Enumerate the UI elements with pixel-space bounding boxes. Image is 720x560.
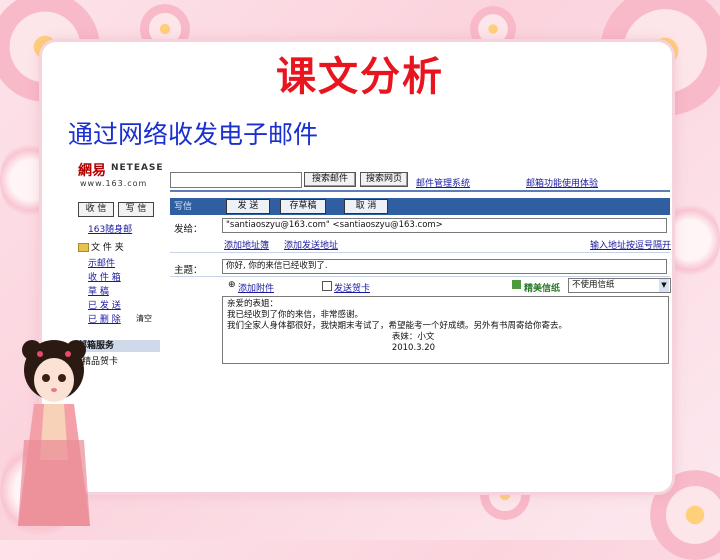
tab-write[interactable]: 写信 <box>174 199 192 212</box>
body-line: 表妹：小文 <box>227 332 435 342</box>
receive-mail-button[interactable]: 收 信 <box>78 202 114 217</box>
add-addressbook-link[interactable]: 添加地址簿 <box>224 238 269 251</box>
folder-icon <box>78 243 89 252</box>
add-attachment-link[interactable]: 添加附件 <box>238 281 274 294</box>
mail-body-textarea[interactable]: 亲爱的表姐： 我已经收到了你的来信，非常感谢。 我们全家人身体都很好，我快期末考… <box>222 296 669 364</box>
stationery-select[interactable]: 不使用信纸 ▼ <box>568 278 671 293</box>
search-web-button[interactable]: 搜索网页 <box>360 172 408 187</box>
logo-en: NETEASE <box>111 163 164 173</box>
write-mail-button[interactable]: 写 信 <box>118 202 154 217</box>
sidebar-item-inbox[interactable]: 收 件 箱 <box>88 270 121 283</box>
logo-cn: 網易 <box>78 163 106 179</box>
divider <box>170 276 670 277</box>
send-card-link[interactable]: 发送贺卡 <box>334 281 370 294</box>
divider <box>170 252 670 253</box>
cancel-button[interactable]: 取 消 <box>344 199 388 214</box>
cartoon-girl-illustration <box>18 340 90 526</box>
save-draft-button[interactable]: 存草稿 <box>280 199 326 214</box>
sidebar-item-sent[interactable]: 已 发 送 <box>88 298 121 311</box>
to-field[interactable]: "santiaoszyu@163.com" <santiaoszyu@163.c… <box>222 218 667 233</box>
netease-logo: 網易 NETEASE www.163.com <box>78 160 170 192</box>
body-line: 亲爱的表姐： <box>227 299 279 309</box>
to-label: 发给： <box>174 224 203 235</box>
mail-feature-link[interactable]: 邮箱功能使用体验 <box>526 176 598 189</box>
subject-field[interactable]: 你好, 你的来信已经收到了. <box>222 259 667 274</box>
subject-label: 主题： <box>174 265 203 276</box>
email-client-screenshot: 網易 NETEASE www.163.com 搜索邮件 搜索网页 邮件管理系统 … <box>74 158 671 366</box>
body-line: 2010.3.20 <box>227 343 436 353</box>
body-line: 我已经收到了你的来信，非常感谢。 <box>227 310 364 320</box>
stationery-value: 不使用信纸 <box>572 280 615 290</box>
stationery-label: 精美信纸 <box>524 284 561 294</box>
add-send-address-link[interactable]: 添加发送地址 <box>284 238 338 251</box>
slide-subtitle: 通过网络收发电子邮件 <box>68 120 319 149</box>
sidebar-mobile-mail-link[interactable]: 163随身邮 <box>88 222 132 235</box>
body-line: 我们全家人身体都很好，我快期末考试了，希望能考一个好成绩。另外有书周寄给你寄去。 <box>227 321 568 331</box>
stationery-icon <box>512 280 521 289</box>
chevron-down-icon: ▼ <box>659 279 669 292</box>
search-input[interactable] <box>170 172 302 188</box>
logo-url: www.163.com <box>80 179 148 188</box>
header-divider <box>170 190 670 192</box>
folder-header-label: 文 件 夹 <box>91 243 124 253</box>
slide-title: 课文分析 <box>276 53 444 100</box>
sidebar-item-deleted[interactable]: 已 删 除 <box>88 312 121 325</box>
checkbox[interactable] <box>322 281 332 291</box>
sidebar-item-drafts[interactable]: 草 稿 <box>88 284 109 297</box>
send-button[interactable]: 发 送 <box>226 199 270 214</box>
search-mail-button[interactable]: 搜索邮件 <box>304 172 356 187</box>
paperclip-icon: ⊕ <box>228 280 236 290</box>
folder-header: 文 件 夹 <box>78 240 124 253</box>
sidebar-item-show-mail[interactable]: 示邮件 <box>88 256 115 269</box>
mail-manage-link[interactable]: 邮件管理系统 <box>416 176 470 189</box>
address-hint-link[interactable]: 输入地址按逗号隔开 <box>590 238 671 251</box>
empty-trash-link[interactable]: 清空 <box>136 313 152 324</box>
